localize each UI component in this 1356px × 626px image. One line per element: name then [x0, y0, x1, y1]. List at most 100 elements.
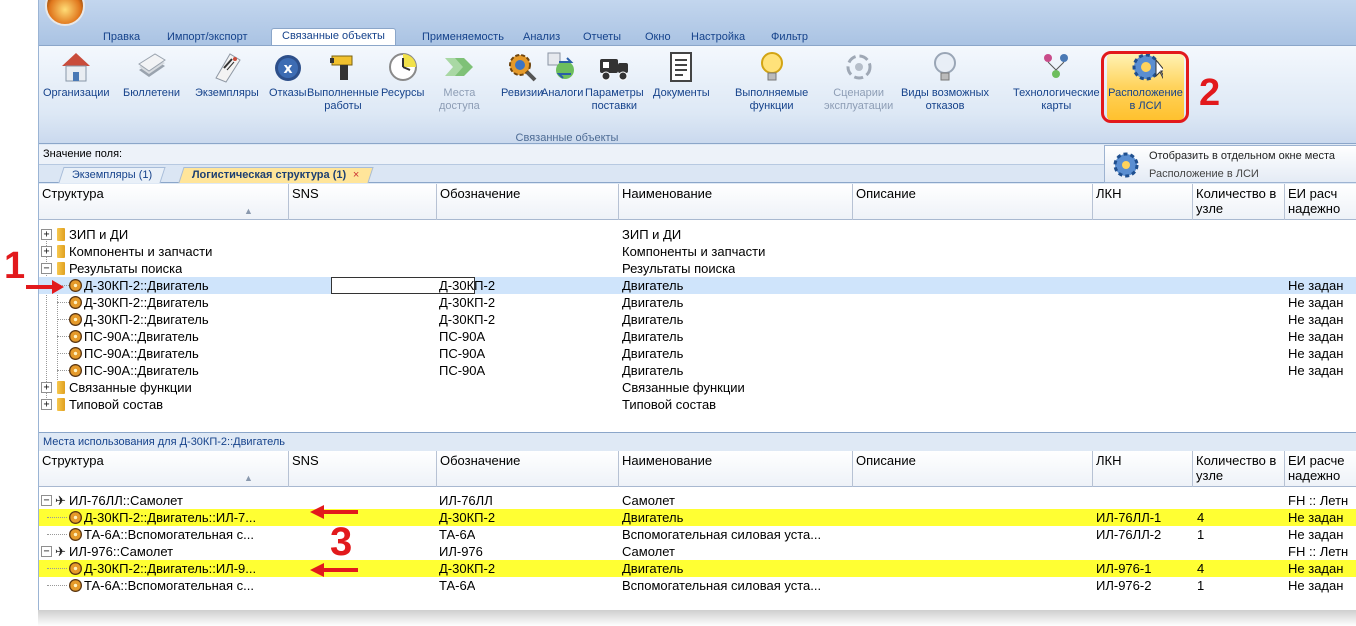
tree-row[interactable]: ТА-6А::Вспомогательная с... ТА-6А Вспомо… [39, 526, 1356, 543]
expand-icon[interactable]: + [41, 399, 52, 410]
failure-types-button[interactable]: Виды возможных отказов [901, 50, 989, 113]
expand-icon[interactable]: + [41, 246, 52, 257]
tree-row[interactable]: + Связанные функции Связанные функции [39, 379, 1356, 396]
gear-icon [69, 579, 82, 592]
cycle-gear-icon [842, 50, 876, 84]
tree-row[interactable]: − ✈ ИЛ-976::Самолет ИЛ-976 Самолет FH ::… [39, 543, 1356, 560]
tree-row[interactable]: − ✈ ИЛ-76ЛЛ::Самолет ИЛ-76ЛЛ Самолет FH … [39, 492, 1356, 509]
folder-icon [57, 398, 65, 411]
window-shadow [38, 610, 1356, 626]
column-header-description[interactable]: Описание [853, 184, 1093, 220]
clock-icon [386, 50, 420, 84]
column-header-quantity[interactable]: Количество в узле [1193, 184, 1285, 220]
revisions-button[interactable]: Ревизии [501, 50, 543, 100]
annotation-arrow-icon [310, 505, 358, 519]
column-header-ei[interactable]: ЕИ расче надежно [1285, 451, 1356, 487]
tree-row[interactable]: Д-30КП-2::Двигатель Д-30КП-2 Двигатель Н… [39, 294, 1356, 311]
field-value-label: Значение поля: [43, 148, 123, 160]
tree-row[interactable]: ПС-90А::Двигатель ПС-90А Двигатель Не за… [39, 345, 1356, 362]
tree-row[interactable]: + ЗИП и ДИ ЗИП и ДИ [39, 226, 1356, 243]
functions-button[interactable]: Выполняемые функции [735, 50, 808, 113]
access-places-button[interactable]: Места доступа [439, 50, 480, 113]
usage-places-grid: Структура ▲ SNS Обозначение Наименование … [39, 451, 1356, 610]
column-header-name[interactable]: Наименование [619, 451, 853, 487]
tab-settings[interactable]: Настройка [691, 30, 745, 45]
tab-analysis[interactable]: Анализ [523, 30, 560, 45]
column-header-sns[interactable]: SNS [289, 184, 437, 220]
tree-row[interactable]: ТА-6А::Вспомогательная с... ТА-6А Вспомо… [39, 577, 1356, 594]
organizations-button[interactable]: Организации [43, 50, 110, 100]
expand-icon[interactable]: + [41, 229, 52, 240]
gear-icon [69, 347, 82, 360]
collapse-icon[interactable]: − [41, 495, 52, 506]
column-header-name[interactable]: Наименование [619, 184, 853, 220]
tab-edit[interactable]: Правка [103, 30, 140, 45]
supply-params-button[interactable]: Параметры поставки [585, 50, 644, 113]
expand-icon[interactable]: + [41, 382, 52, 393]
annotation-number-3: 3 [330, 520, 353, 564]
column-header-designation[interactable]: Обозначение [437, 184, 619, 220]
bulletins-button[interactable]: Бюллетени [123, 50, 180, 100]
tree-row[interactable]: − Результаты поиска Результаты поиска [39, 260, 1356, 277]
tab-reports[interactable]: Отчеты [583, 30, 621, 45]
analogs-button[interactable]: Аналоги [541, 50, 583, 100]
tab-window[interactable]: Окно [645, 30, 671, 45]
column-header-lkn[interactable]: ЛКН [1093, 184, 1193, 220]
tab-applicability[interactable]: Применяемость [422, 30, 504, 45]
gear-search-icon [505, 50, 539, 84]
tooltip: Отобразить в отдельном окне места Распол… [1104, 145, 1356, 183]
tree-row-selected[interactable]: Д-30КП-2::Двигатель Д-30КП-2 Двигатель Н… [39, 277, 1356, 294]
failures-button[interactable]: x Отказы [269, 50, 307, 100]
documents-button[interactable]: Документы [653, 50, 710, 100]
column-header-ei[interactable]: ЕИ расч надежно [1285, 184, 1356, 220]
logistic-structure-grid: Структура ▲ SNS Обозначение Наименование … [39, 184, 1356, 432]
tree-row-highlighted[interactable]: Д-30КП-2::Двигатель::ИЛ-9... Д-30КП-2 Дв… [39, 560, 1356, 577]
gear-icon [69, 330, 82, 343]
document-icon [664, 50, 698, 84]
column-header-structure[interactable]: Структура ▲ [39, 184, 289, 220]
tab-logistic-structure[interactable]: Логистическая структура (1) × [178, 167, 374, 183]
column-header-quantity[interactable]: Количество в узле [1193, 451, 1285, 487]
grid-header: Структура ▲ SNS Обозначение Наименование … [39, 451, 1356, 487]
completed-works-button[interactable]: Выполненные работы [307, 50, 379, 113]
analogs-icon [545, 50, 579, 84]
tree-row-highlighted[interactable]: Д-30КП-2::Двигатель::ИЛ-7... Д-30КП-2 Дв… [39, 509, 1356, 526]
tab-filter[interactable]: Фильтр [771, 30, 808, 45]
menu-bar: Правка Импорт/экспорт Связанные объекты … [39, 0, 1356, 45]
tree-row[interactable]: ПС-90А::Двигатель ПС-90А Двигатель Не за… [39, 362, 1356, 379]
application-window: Правка Импорт/экспорт Связанные объекты … [38, 0, 1356, 610]
tab-import-export[interactable]: Импорт/экспорт [167, 30, 248, 45]
annotation-highlight-box [1101, 51, 1189, 123]
column-header-description[interactable]: Описание [853, 451, 1093, 487]
gear-icon [69, 562, 82, 575]
annotation-arrow-icon [26, 280, 64, 294]
airplane-icon: ✈ [55, 493, 66, 508]
annotation-number-1: 1 [4, 245, 26, 287]
gear-icon [69, 511, 82, 524]
column-header-lkn[interactable]: ЛКН [1093, 451, 1193, 487]
tab-instances[interactable]: Экземпляры (1) [58, 167, 166, 183]
scenarios-button[interactable]: Сценарии эксплуатации [824, 50, 893, 113]
instances-button[interactable]: Экземпляры [195, 50, 259, 100]
close-icon[interactable]: × [353, 168, 359, 183]
column-header-structure[interactable]: Структура ▲ [39, 451, 289, 487]
tree-row[interactable]: Д-30КП-2::Двигатель Д-30КП-2 Двигатель Н… [39, 311, 1356, 328]
tree-row[interactable]: ПС-90А::Двигатель ПС-90А Двигатель Не за… [39, 328, 1356, 345]
resources-button[interactable]: Ресурсы [381, 50, 424, 100]
tag-icon [210, 50, 244, 84]
column-header-sns[interactable]: SNS [289, 451, 437, 487]
gear-icon [69, 296, 82, 309]
lightbulb-off-icon [928, 50, 962, 84]
application-orb-button[interactable] [45, 0, 85, 26]
collapse-icon[interactable]: − [41, 546, 52, 557]
gear-icon [69, 313, 82, 326]
ribbon-group-label: Связанные объекты [515, 132, 619, 144]
tree-row[interactable]: + Типовой состав Типовой состав [39, 396, 1356, 413]
tree-row[interactable]: + Компоненты и запчасти Компоненты и зап… [39, 243, 1356, 260]
column-header-designation[interactable]: Обозначение [437, 451, 619, 487]
tooltip-title: Отобразить в отдельном окне места [1149, 150, 1335, 162]
collapse-icon[interactable]: − [41, 263, 52, 274]
cross-circle-icon: x [271, 50, 305, 84]
tech-cards-button[interactable]: Технологические карты [1013, 50, 1100, 113]
tab-related-objects[interactable]: Связанные объекты [271, 28, 396, 45]
